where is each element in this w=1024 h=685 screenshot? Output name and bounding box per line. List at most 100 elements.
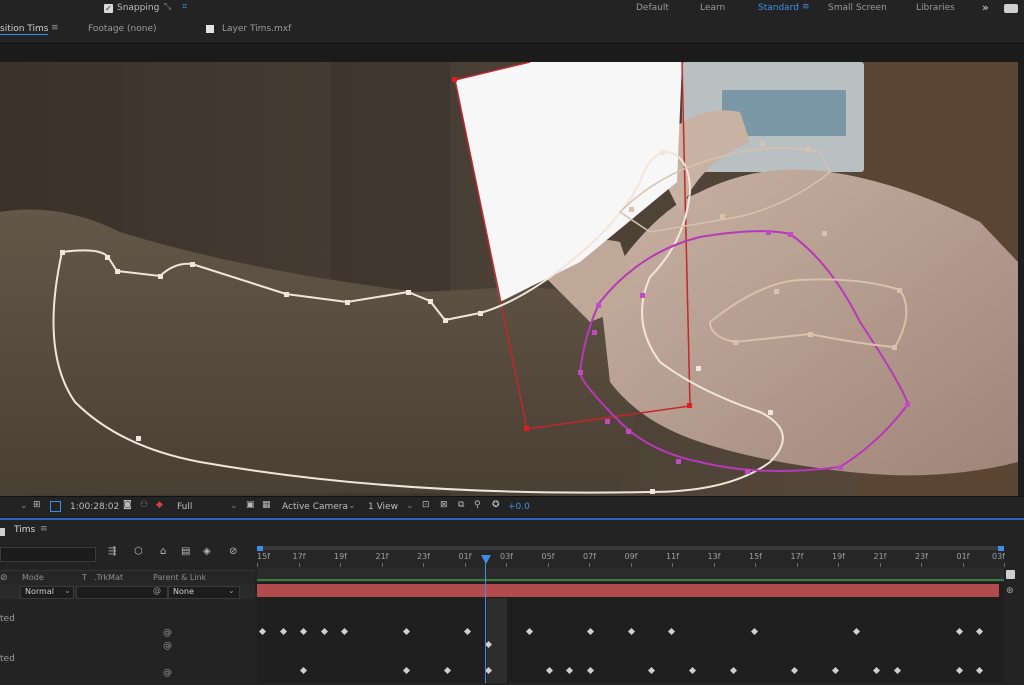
keyframe[interactable] [545,666,554,675]
motion-blur-icon[interactable]: ◈ [203,546,211,557]
work-area-track[interactable] [257,568,1004,582]
playhead-line[interactable] [485,556,486,683]
keyframe[interactable] [688,666,697,675]
keyframe[interactable] [975,666,984,675]
time-ruler[interactable]: 15f 17f 19f 21f 23f 01f 03f 05f 07f 09f 11f 13f 15f 1… [257,546,1005,568]
composition-viewer[interactable] [0,62,1018,496]
keyframe[interactable] [627,627,636,636]
keyframe[interactable] [586,666,595,675]
column-t[interactable]: T [82,573,87,582]
keyframe[interactable] [340,627,349,636]
tab-footage[interactable]: Footage (none) [88,24,157,34]
snap-options-icon[interactable]: ⤡ [164,2,171,12]
color-channels-icon[interactable]: ◆ [156,500,163,510]
snapping-checkbox[interactable]: ✓ [104,4,113,13]
transparency-grid-icon[interactable]: ▦ [262,500,271,510]
playhead-handle[interactable] [481,555,491,564]
shy-layers-icon[interactable]: ⌂ [160,546,166,557]
resolution-chevron-icon[interactable]: ⌄ [230,501,238,511]
tab-timeline-tims[interactable]: Tims [14,525,35,535]
property-pickwhip-icon[interactable]: @ [163,641,172,651]
help-search-icon[interactable] [1004,4,1018,13]
zoom-end-handle[interactable] [998,546,1004,551]
camera-chevron-icon[interactable]: ⌄ [348,501,356,511]
zoom-start-handle[interactable] [257,546,263,551]
keyframe[interactable] [525,627,534,636]
fast-previews-icon[interactable]: ⊠ [440,500,448,510]
resolution-dropdown[interactable]: Full [177,502,192,512]
layer-row[interactable]: Normal ⌄ @ None ⌄ [0,585,255,599]
snap-target-icon[interactable]: ⌗ [182,2,187,12]
keyframe[interactable] [463,627,472,636]
tab-layer[interactable]: Layer Tims.mxf [222,24,291,34]
draft-3d-icon[interactable]: ⬡ [134,546,143,557]
view-layout-dropdown[interactable]: 1 View [368,502,398,512]
current-timecode[interactable]: 1:00:28:02 [70,502,119,512]
timeline-tracks[interactable] [257,568,1004,683]
graph-editor-icon[interactable]: ⊘ [229,546,237,557]
keyframe[interactable] [402,666,411,675]
mask-visibility-icon[interactable] [50,501,61,512]
keyframe[interactable] [975,627,984,636]
layer-end-link-icon[interactable]: ⊛ [1006,586,1014,596]
keyframe[interactable] [893,666,902,675]
keyframe[interactable] [729,666,738,675]
workspace-small-screen[interactable]: Small Screen [828,3,887,13]
workspace-standard[interactable]: Standard [758,3,799,13]
work-area-bar[interactable] [257,546,1004,550]
workspace-learn[interactable]: Learn [700,3,725,13]
toggle-pixel-aspect-icon[interactable]: ⊡ [422,500,430,510]
workspace-libraries[interactable]: Libraries [916,3,955,13]
column-trkmat[interactable]: .TrkMat [94,573,123,582]
parent-chevron-icon[interactable]: ⌄ [228,586,235,595]
tab-composition[interactable]: sition Tims [0,24,49,35]
frame-blending-icon[interactable]: ▤ [181,546,190,557]
keyframe[interactable] [667,627,676,636]
keyframe[interactable] [872,666,881,675]
keyframe[interactable] [279,627,288,636]
column-mode[interactable]: Mode [22,573,44,582]
flowchart-icon[interactable]: ⚲ [474,500,481,510]
keyframe[interactable] [299,627,308,636]
viewer-canvas[interactable] [0,62,1018,496]
property-pickwhip-icon[interactable]: @ [163,628,172,638]
timeline-end-marker-icon[interactable] [1006,570,1015,579]
keyframe[interactable] [320,627,329,636]
workspace-default[interactable]: Default [636,3,669,13]
more-workspaces-icon[interactable]: » [982,1,989,14]
keyframe[interactable] [565,666,574,675]
view-chevron-icon[interactable]: ⌄ [406,501,414,511]
layer-duration-bar[interactable] [257,584,999,597]
magnification-dropdown-icon[interactable]: ⌄ [20,501,28,511]
panel-close-icon[interactable] [0,528,5,536]
camera-dropdown[interactable]: Active Camera [282,502,348,512]
keyframe[interactable] [402,627,411,636]
blend-mode-chevron-icon[interactable]: ⌄ [64,586,71,595]
keyframe[interactable] [299,666,308,675]
keyframe[interactable] [790,666,799,675]
timeline-link-icon[interactable]: ⧉ [458,500,464,510]
region-of-interest-icon[interactable]: ▣ [246,500,255,510]
comp-mini-flowchart-icon[interactable]: ⇶ [108,546,116,557]
keyframe[interactable] [955,666,964,675]
column-parent-link[interactable]: Parent & Link [153,573,206,582]
keyframe[interactable] [955,627,964,636]
timeline-tab-menu-icon[interactable]: ≡ [40,524,48,534]
workspace-menu-icon[interactable]: ≡ [802,2,810,12]
property-pickwhip-icon[interactable]: @ [163,668,172,678]
keyframe[interactable] [647,666,656,675]
layer-search-input[interactable] [0,547,96,562]
exposure-value[interactable]: +0.0 [508,502,530,512]
safe-zones-icon[interactable]: ⊞ [33,500,41,510]
keyframe[interactable] [831,666,840,675]
tab-menu-icon[interactable]: ≡ [51,23,59,33]
keyframe[interactable] [852,627,861,636]
exposure-reset-icon[interactable]: ✪ [492,500,500,510]
keyframe[interactable] [258,627,267,636]
keyframe[interactable] [750,627,759,636]
pickwhip-icon[interactable]: @ [153,586,161,595]
show-snapshot-icon[interactable]: ⚇ [140,500,148,510]
keyframe[interactable] [586,627,595,636]
keyframe[interactable] [443,666,452,675]
snapshot-icon[interactable]: ◙ [123,500,132,510]
